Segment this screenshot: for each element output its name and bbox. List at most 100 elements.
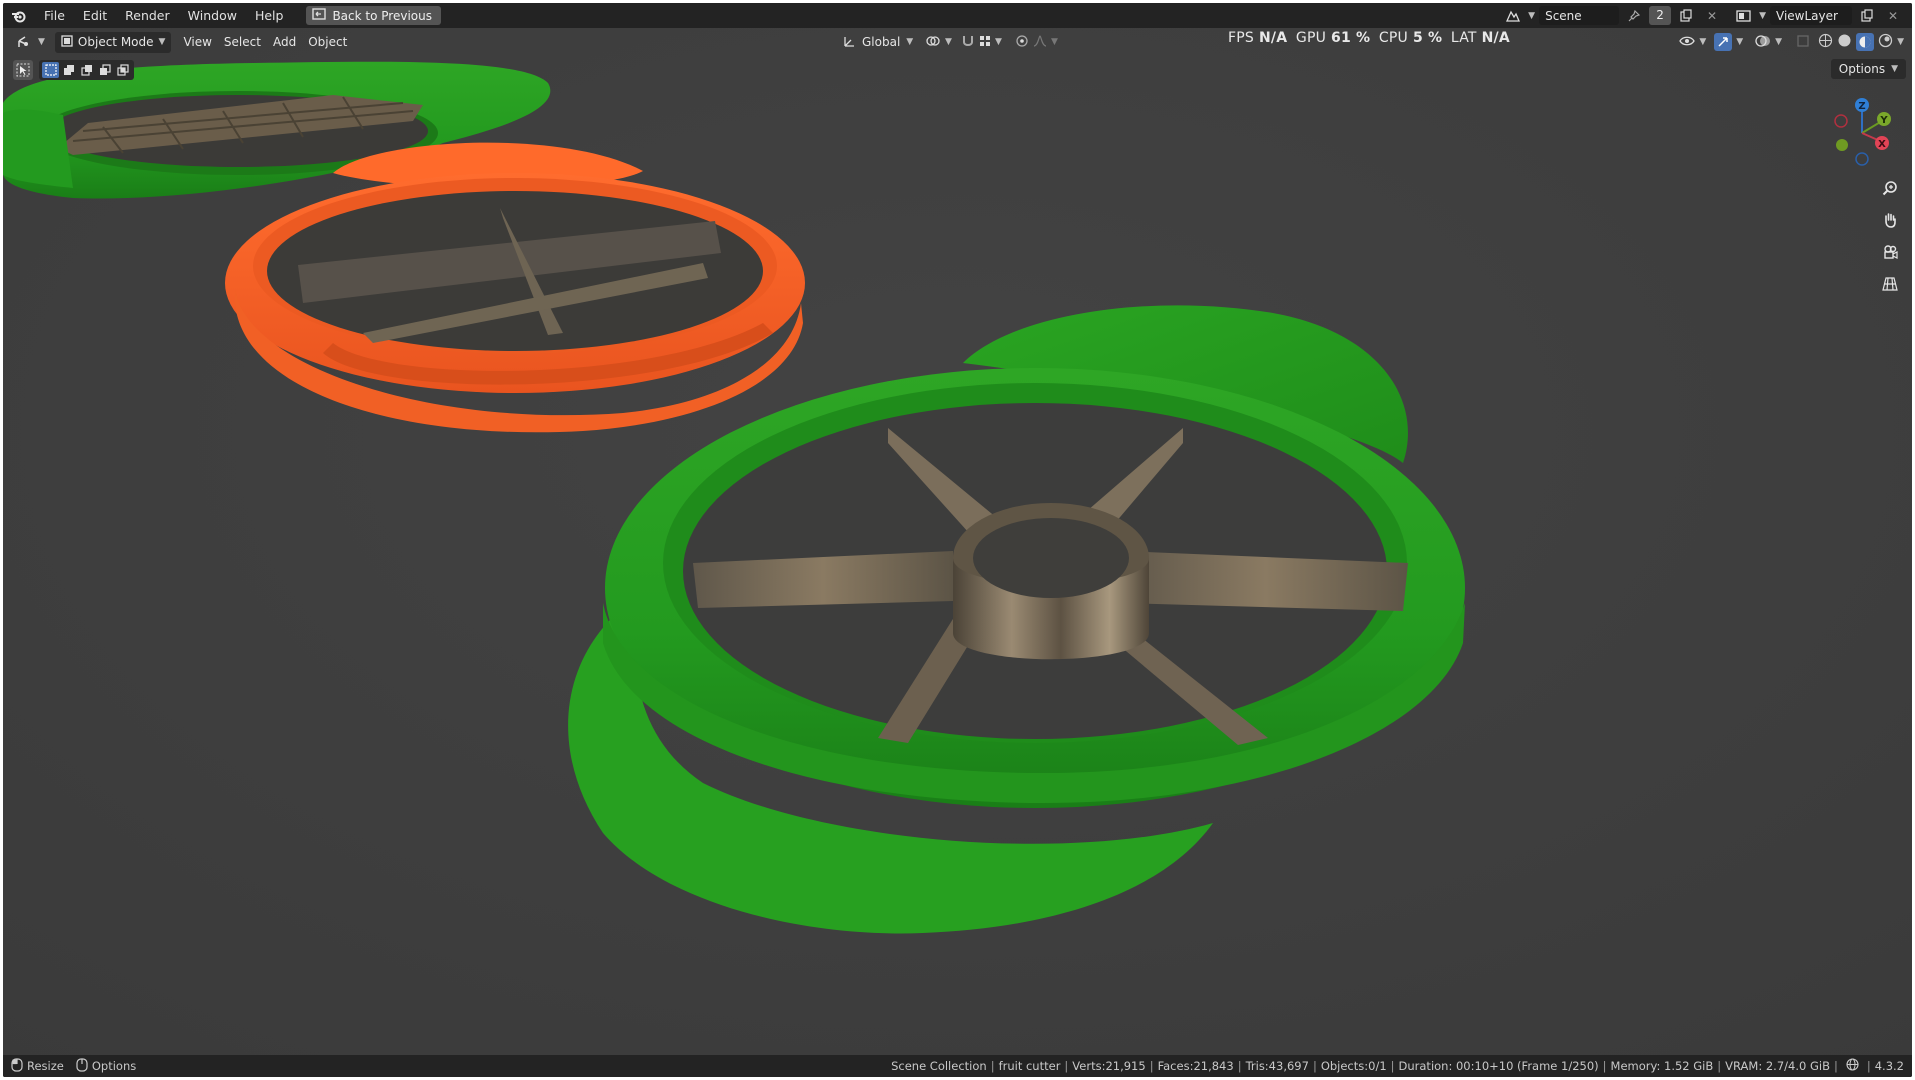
axis-y-label: Y: [1879, 115, 1888, 126]
mode-label: Object Mode: [77, 35, 154, 49]
snap-toggle[interactable]: ▼: [955, 32, 1008, 53]
scene-users-count[interactable]: 2: [1649, 6, 1672, 25]
orientation-icon: [842, 34, 856, 51]
axis-x-label: X: [1878, 139, 1886, 150]
object-mode-icon: [61, 34, 73, 50]
lat-label: LAT: [1450, 30, 1477, 46]
navigation-gizmo[interactable]: Z Y X: [1822, 93, 1902, 173]
view-layer-icon[interactable]: [1733, 6, 1755, 25]
menu-object[interactable]: Object: [302, 32, 353, 53]
scene-statistics: Scene Collection | fruit cutter | Verts:21…: [891, 1058, 1904, 1074]
rendered-shading-icon[interactable]: [1878, 33, 1893, 51]
material-preview-icon[interactable]: [1856, 33, 1875, 51]
menu-file[interactable]: File: [35, 3, 74, 28]
mouse-right-icon: [76, 1057, 88, 1075]
scene-name: Scene: [1545, 8, 1582, 23]
falloff-curve-icon: [1033, 34, 1047, 51]
verts-count: Verts:21,915: [1072, 1059, 1146, 1073]
proportional-editing-toggle[interactable]: ▼: [1009, 32, 1064, 53]
gpu-value: 61 %: [1331, 30, 1371, 46]
menu-add[interactable]: Add: [267, 32, 302, 53]
duration-info: Duration: 00:10+10 (Frame 1/250): [1398, 1059, 1599, 1073]
pin-icon[interactable]: [1623, 6, 1645, 25]
options-dropdown[interactable]: Options ▼: [1830, 59, 1906, 79]
back-to-previous-label: Back to Previous: [332, 8, 432, 23]
solid-shading-icon[interactable]: [1837, 33, 1852, 51]
chevron-down-icon[interactable]: ▼: [1897, 37, 1904, 47]
blender-logo-icon[interactable]: [3, 3, 35, 28]
menu-view[interactable]: View: [177, 32, 217, 53]
chevron-down-icon[interactable]: ▼: [1759, 11, 1766, 21]
chevron-down-icon[interactable]: ▼: [1699, 37, 1706, 47]
magnet-icon: [961, 34, 975, 51]
select-invert-icon[interactable]: [96, 62, 113, 78]
vram-usage: VRAM: 2.7/4.0 GiB: [1725, 1059, 1830, 1073]
chevron-down-icon: ▼: [945, 37, 952, 47]
overlay-icon[interactable]: [1755, 34, 1771, 51]
chevron-down-icon[interactable]: ▼: [1528, 11, 1535, 21]
chevron-down-icon: ▼: [158, 37, 166, 47]
lat-value: N/A: [1481, 30, 1510, 46]
chevron-down-icon: ▼: [38, 37, 45, 47]
menu-help[interactable]: Help: [246, 3, 293, 28]
mode-selector[interactable]: Object Mode ▼: [54, 31, 172, 53]
menu-edit[interactable]: Edit: [74, 3, 116, 28]
objects-count: Objects:0/1: [1320, 1059, 1387, 1073]
xray-icon[interactable]: [1796, 34, 1810, 51]
3d-viewport[interactable]: [3, 3, 1912, 1077]
memory-usage: Memory: 1.52 GiB: [1610, 1059, 1714, 1073]
chevron-down-icon[interactable]: ▼: [1736, 37, 1743, 47]
close-icon[interactable]: ✕: [1701, 6, 1723, 25]
pan-hand-icon[interactable]: [1877, 207, 1903, 233]
chevron-down-icon: ▼: [906, 37, 914, 47]
network-globe-icon[interactable]: [1846, 1058, 1859, 1074]
fps-value: N/A: [1258, 30, 1288, 46]
new-scene-icon[interactable]: [1675, 6, 1697, 25]
blender-window: File Edit Render Window Help Back to Pre…: [3, 3, 1912, 1077]
status-bar: Resize Options Scene Collection | fruit c…: [3, 1055, 1912, 1077]
cpu-label: CPU: [1378, 30, 1408, 46]
select-new-icon[interactable]: [42, 62, 59, 78]
viewport-display-controls: ▼ ▼ ▼ ▼: [1679, 32, 1904, 53]
hint-resize: Resize: [27, 1059, 64, 1073]
menu-select[interactable]: Select: [218, 32, 267, 53]
menu-window[interactable]: Window: [179, 3, 246, 28]
select-extend-icon[interactable]: [60, 62, 77, 78]
select-subtract-icon[interactable]: [78, 62, 95, 78]
transform-orientation-dropdown[interactable]: Global ▼: [836, 32, 919, 53]
menu-render[interactable]: Render: [116, 3, 179, 28]
scene-icon[interactable]: [1502, 6, 1524, 25]
hint-options: Options: [91, 1059, 137, 1073]
mouse-drag-icon: [11, 1057, 23, 1075]
gizmo-toggle-icon[interactable]: [1714, 33, 1733, 51]
visibility-icon[interactable]: [1679, 34, 1696, 51]
options-label: Options: [1838, 62, 1886, 76]
chevron-down-icon: ▼: [995, 37, 1002, 47]
perspective-grid-icon[interactable]: [1877, 271, 1903, 297]
scene-name-field[interactable]: Scene: [1539, 6, 1620, 25]
new-view-layer-icon[interactable]: [1856, 6, 1878, 25]
select-tool-icon[interactable]: [13, 60, 33, 80]
orientation-label: Global: [862, 35, 901, 49]
back-to-previous-button[interactable]: Back to Previous: [306, 6, 441, 25]
chevron-down-icon[interactable]: ▼: [1775, 37, 1782, 47]
select-intersect-icon[interactable]: [114, 62, 131, 78]
viewport-nav-tools: [1877, 175, 1903, 297]
axis-z-label: Z: [1858, 101, 1865, 112]
camera-view-icon[interactable]: [1877, 239, 1903, 265]
view-layer-field[interactable]: ViewLayer: [1770, 6, 1852, 25]
chevron-down-icon: ▼: [1051, 37, 1058, 47]
close-icon[interactable]: ✕: [1882, 6, 1904, 25]
wireframe-shading-icon[interactable]: [1818, 33, 1833, 51]
viewport-header: ▼ Object Mode ▼ View Select Add Object G…: [3, 28, 1912, 56]
editor-type-button[interactable]: ▼: [11, 32, 51, 53]
pivot-point-dropdown[interactable]: ▼: [919, 32, 958, 53]
chevron-down-icon: ▼: [1891, 64, 1898, 74]
zoom-icon[interactable]: [1877, 175, 1903, 201]
scene-controls: ▼ Scene 2 ✕ ▼ ViewLayer ✕: [1502, 3, 1912, 28]
tris-count: Tris:43,697: [1245, 1059, 1309, 1073]
pivot-icon: [925, 34, 941, 51]
selection-mode-group: [39, 60, 134, 80]
active-object-name: fruit cutter: [998, 1059, 1061, 1073]
cpu-value: 5 %: [1412, 30, 1443, 46]
